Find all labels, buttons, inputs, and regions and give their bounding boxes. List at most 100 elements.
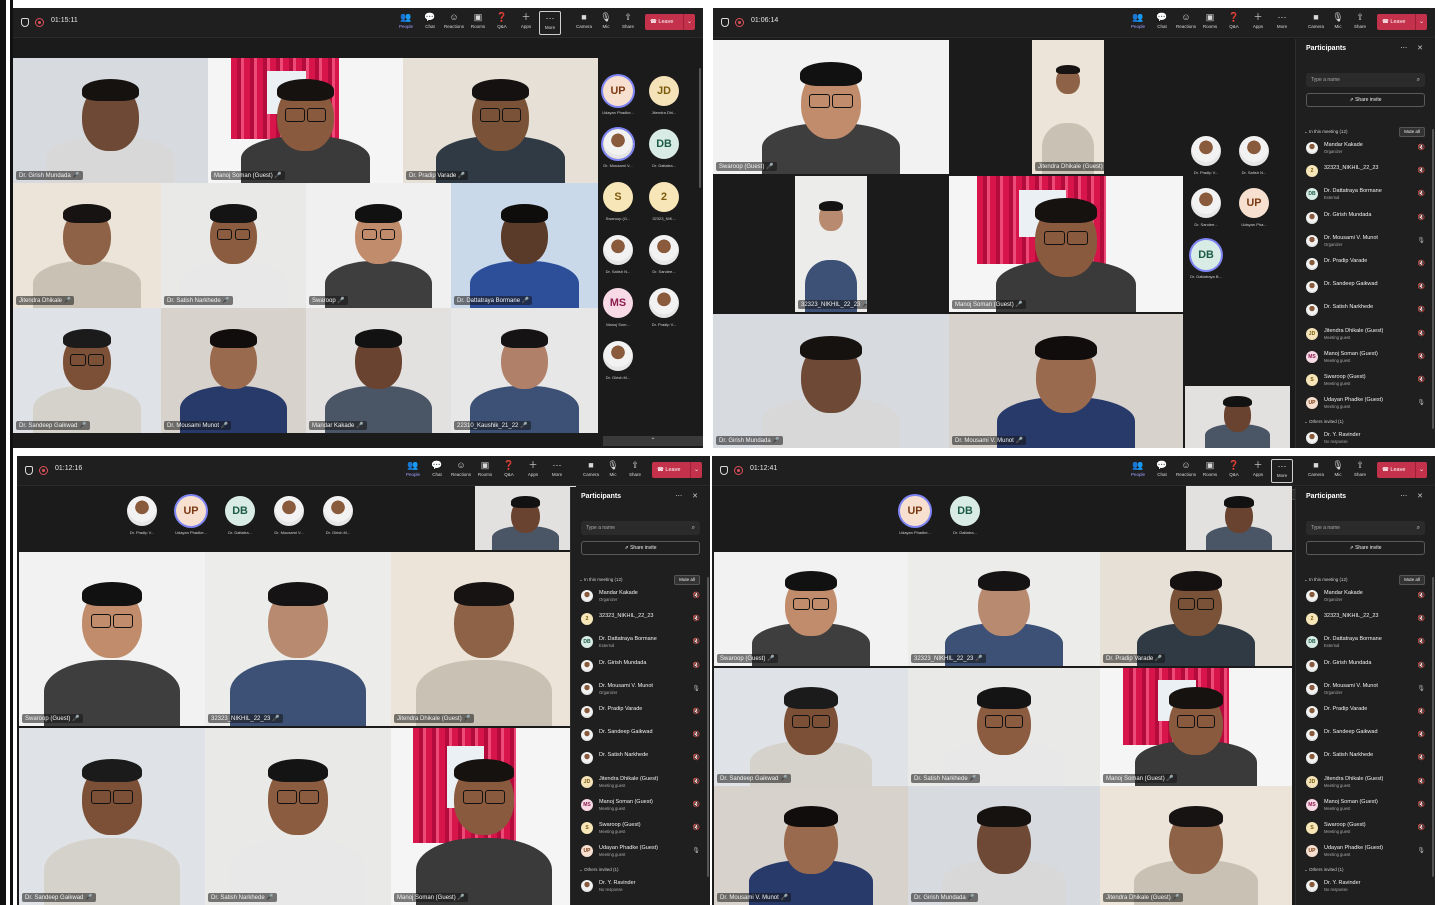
participants-scrollbar[interactable] — [707, 577, 709, 877]
mic-off-icon[interactable]: 🔇 — [693, 615, 700, 622]
video-tile[interactable] — [475, 486, 576, 550]
mic-off-icon[interactable]: 🔇 — [1418, 731, 1425, 738]
video-tile[interactable]: Swaroop (Guest) 🎤 — [19, 552, 205, 726]
participant-search-input[interactable]: Type a name ⌕ — [1306, 73, 1425, 87]
camera-button[interactable]: ■ Camera — [573, 11, 595, 35]
mic-off-icon[interactable]: 🔇 — [1418, 801, 1425, 808]
initials-avatar[interactable]: UP — [176, 496, 206, 526]
mic-off-icon[interactable]: 🔇 — [1418, 376, 1425, 383]
leave-button[interactable]: ☎ Leave ⌄ — [1377, 14, 1427, 30]
video-tile[interactable]: 32323_NIKHIL_22_23 🎤 — [205, 552, 391, 726]
leave-dropdown-chevron-icon[interactable]: ⌄ — [690, 462, 702, 478]
photo-avatar[interactable] — [127, 496, 157, 526]
video-tile[interactable]: Dr. Mousami Munot 🎤 — [161, 308, 306, 433]
initials-avatar[interactable]: DB — [950, 496, 980, 526]
share-invite-button[interactable]: ⇗ Share invite — [1306, 541, 1425, 555]
camera-button[interactable]: ■ Camera — [580, 459, 602, 483]
rooms-button[interactable]: ▣ Rooms — [1199, 11, 1221, 35]
participant-row[interactable]: Dr. Sandeep Gaikwad 🔇 — [1306, 726, 1427, 746]
mic-off-icon[interactable]: 🔇 — [1418, 638, 1425, 645]
people-button[interactable]: 👥 People — [1127, 459, 1149, 483]
video-tile[interactable]: Manoj Soman (Guest) 🎤 — [949, 176, 1183, 312]
mic-off-icon[interactable]: 🔇 — [693, 801, 700, 808]
initials-avatar[interactable]: DB — [225, 496, 255, 526]
apps-button[interactable]: ＋ Apps — [522, 459, 544, 483]
reactions-button[interactable]: ☺ Reactions — [1175, 11, 1197, 35]
leave-button[interactable]: ☎ Leave ⌄ — [645, 14, 695, 30]
reactions-button[interactable]: ☺ Reactions — [450, 459, 472, 483]
photo-avatar[interactable] — [649, 235, 679, 265]
share-invite-button[interactable]: ⇗ Share invite — [581, 541, 700, 555]
video-tile[interactable]: Dr. Satish Narkhede 🎤 — [161, 183, 306, 308]
others-invited-section-header[interactable]: ⌄ Others invited (1) — [579, 867, 619, 873]
participant-row[interactable]: Mandar Kakade Organizer 🔇 — [1306, 139, 1427, 159]
participant-row[interactable]: 2 32323_NIKHIL_22_23 🔇 — [581, 610, 702, 630]
share-button[interactable]: ⇧ Share — [617, 11, 639, 35]
photo-avatar[interactable] — [1191, 136, 1221, 166]
participant-row[interactable]: Dr. Sandeep Gaikwad 🔇 — [581, 726, 702, 746]
participants-scrollbar[interactable] — [1432, 129, 1434, 429]
camera-button[interactable]: ■ Camera — [1305, 459, 1327, 483]
participant-row[interactable]: JD Jitendra Dhikale (Guest) Meeting guest 🔇 — [1306, 773, 1427, 793]
mic-off-icon[interactable]: 🔇 — [693, 638, 700, 645]
mic-off-icon[interactable]: 🔇 — [1418, 824, 1425, 831]
video-tile[interactable]: Dr. Girish Mundada 🎤 — [713, 314, 949, 448]
mic-off-icon[interactable]: 🔇 — [693, 778, 700, 785]
photo-avatar[interactable] — [1239, 136, 1269, 166]
camera-button[interactable]: ■ Camera — [1305, 11, 1327, 35]
initials-avatar[interactable]: 2 — [649, 182, 679, 212]
chat-button[interactable]: 💬 Chat — [419, 11, 441, 35]
video-tile[interactable]: Jitendra Dhikale (Guest) 🎤 — [1032, 40, 1104, 174]
mic-on-icon[interactable]: 🎙 — [1417, 237, 1425, 244]
participant-row[interactable]: S Swaroop (Guest) Meeting guest 🔇 — [581, 819, 702, 839]
participant-row[interactable]: JD Jitendra Dhikale (Guest) Meeting guest 🔇 — [1306, 325, 1427, 345]
mic-on-icon[interactable]: 🎙 — [1417, 685, 1425, 692]
mic-off-icon[interactable]: 🔇 — [1418, 754, 1425, 761]
mic-off-icon[interactable]: 🔇 — [1418, 283, 1425, 290]
photo-avatar[interactable] — [323, 496, 353, 526]
video-tile[interactable]: Dr. Girish Mundada 🎤 — [908, 786, 1100, 905]
mic-button[interactable]: 🎙 Mic — [595, 11, 617, 35]
mic-off-icon[interactable]: 🔇 — [1418, 708, 1425, 715]
invited-row[interactable]: Dr. Y. Ravinder No response — [581, 877, 702, 897]
initials-avatar[interactable]: DB — [1191, 240, 1221, 270]
apps-button[interactable]: ＋ Apps — [1247, 459, 1269, 483]
mic-off-icon[interactable]: 🔇 — [693, 731, 700, 738]
in-meeting-section-header[interactable]: ⌄ In this meeting (12) — [1304, 129, 1348, 135]
participant-row[interactable]: Dr. Satish Narkhede 🔇 — [1306, 749, 1427, 769]
reactions-button[interactable]: ☺ Reactions — [443, 11, 465, 35]
participant-row[interactable]: Dr. Sandeep Gaikwad 🔇 — [1306, 278, 1427, 298]
panel-more-and-close-icons[interactable]: ⋯ ✕ — [1400, 44, 1427, 52]
video-tile[interactable] — [1186, 486, 1292, 550]
video-tile[interactable]: Dr. Sandeep Gaikwad 🎤 — [13, 308, 161, 433]
mic-on-icon[interactable]: 🎙 — [692, 685, 700, 692]
qa-button[interactable]: ❓ Q&A — [1223, 459, 1245, 483]
video-tile[interactable]: Manoj Soman (Guest) 🎤 — [208, 58, 403, 183]
participant-row[interactable]: S Swaroop (Guest) Meeting guest 🔇 — [1306, 371, 1427, 391]
initials-avatar[interactable]: MS — [603, 288, 633, 318]
photo-avatar[interactable] — [649, 288, 679, 318]
video-tile[interactable]: Dr. Dattatraya Bormane 🎤 — [451, 183, 598, 308]
participant-row[interactable]: 2 32323_NIKHIL_22_23 🔇 — [1306, 610, 1427, 630]
photo-avatar[interactable] — [1191, 188, 1221, 218]
mic-off-icon[interactable]: 🔇 — [1418, 330, 1425, 337]
video-tile[interactable]: Dr. Sandeep Gaikwad 🎤 — [19, 728, 205, 905]
others-invited-section-header[interactable]: ⌄ Others invited (1) — [1304, 419, 1344, 425]
invited-row[interactable]: Dr. Y. Ravinder No response — [1306, 877, 1427, 897]
leave-button[interactable]: ☎ Leave ⌄ — [652, 462, 702, 478]
video-tile[interactable]: Swaroop (Guest) 🎤 — [714, 552, 908, 666]
video-tile[interactable]: Dr. Girish Mundada 🎤 — [13, 58, 208, 183]
participant-row[interactable]: MS Manoj Soman (Guest) Meeting guest 🔇 — [581, 796, 702, 816]
qa-button[interactable]: ❓ Q&A — [1223, 11, 1245, 35]
rail-scrollbar[interactable] — [699, 68, 701, 188]
initials-avatar[interactable]: UP — [603, 76, 633, 106]
mute-all-button[interactable]: Mute all — [1399, 127, 1425, 137]
participant-row[interactable]: Mandar Kakade Organizer 🔇 — [581, 587, 702, 607]
more-button[interactable]: ⋯ More — [539, 11, 561, 35]
photo-avatar[interactable] — [603, 341, 633, 371]
in-meeting-section-header[interactable]: ⌄ In this meeting (12) — [1304, 577, 1348, 583]
video-tile[interactable]: 32323_NIKHIL_22_23 🎤 — [795, 176, 867, 312]
participant-row[interactable]: Dr. Girish Mundada 🔇 — [1306, 657, 1427, 677]
more-button[interactable]: ⋯ More — [546, 459, 568, 483]
video-tile[interactable]: 32323_NIKHIL_22_23 🎤 — [908, 552, 1100, 666]
